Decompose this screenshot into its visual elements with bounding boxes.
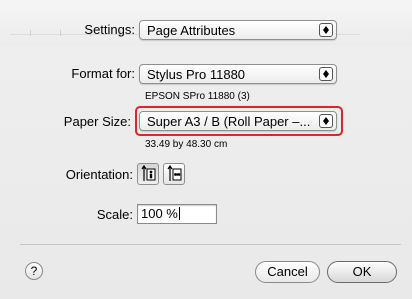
up-down-arrows-icon bbox=[319, 23, 333, 37]
up-down-arrows-icon bbox=[319, 67, 333, 81]
paper-size-label: Paper Size: bbox=[63, 114, 131, 129]
paper-size-popup[interactable]: Super A3 / B (Roll Paper –... bbox=[139, 111, 337, 131]
format-for-value: Stylus Pro 11880 bbox=[147, 67, 246, 82]
paper-size-value: Super A3 / B (Roll Paper –... bbox=[147, 114, 311, 129]
settings-value: Page Attributes bbox=[147, 23, 236, 38]
text-caret bbox=[178, 207, 180, 220]
separator bbox=[20, 244, 401, 245]
portrait-orientation-button[interactable] bbox=[137, 163, 159, 185]
printer-model-text: EPSON SPro 11880 (3) bbox=[145, 91, 250, 102]
settings-label: Settings: bbox=[84, 22, 135, 37]
format-for-popup[interactable]: Stylus Pro 11880 bbox=[139, 64, 337, 84]
portrait-orientation-icon bbox=[141, 164, 156, 181]
paper-dimensions-text: 33.49 by 48.30 cm bbox=[145, 139, 228, 150]
scale-input[interactable]: 100 % bbox=[137, 204, 217, 224]
cancel-button[interactable]: Cancel bbox=[255, 261, 320, 283]
landscape-orientation-button[interactable] bbox=[163, 163, 185, 185]
scale-value: 100 % bbox=[141, 206, 178, 221]
help-icon[interactable]: ? bbox=[25, 262, 43, 280]
landscape-orientation-icon bbox=[167, 164, 182, 181]
up-down-arrows-icon bbox=[319, 114, 333, 128]
scale-label: Scale: bbox=[96, 207, 133, 222]
ok-button[interactable]: OK bbox=[327, 261, 397, 283]
settings-popup[interactable]: Page Attributes bbox=[139, 20, 337, 40]
page-setup-dialog: Settings: Page Attributes Format for: St… bbox=[0, 0, 412, 299]
help-label: ? bbox=[30, 264, 38, 278]
orientation-label: Orientation: bbox=[65, 167, 133, 182]
format-for-label: Format for: bbox=[71, 66, 135, 81]
